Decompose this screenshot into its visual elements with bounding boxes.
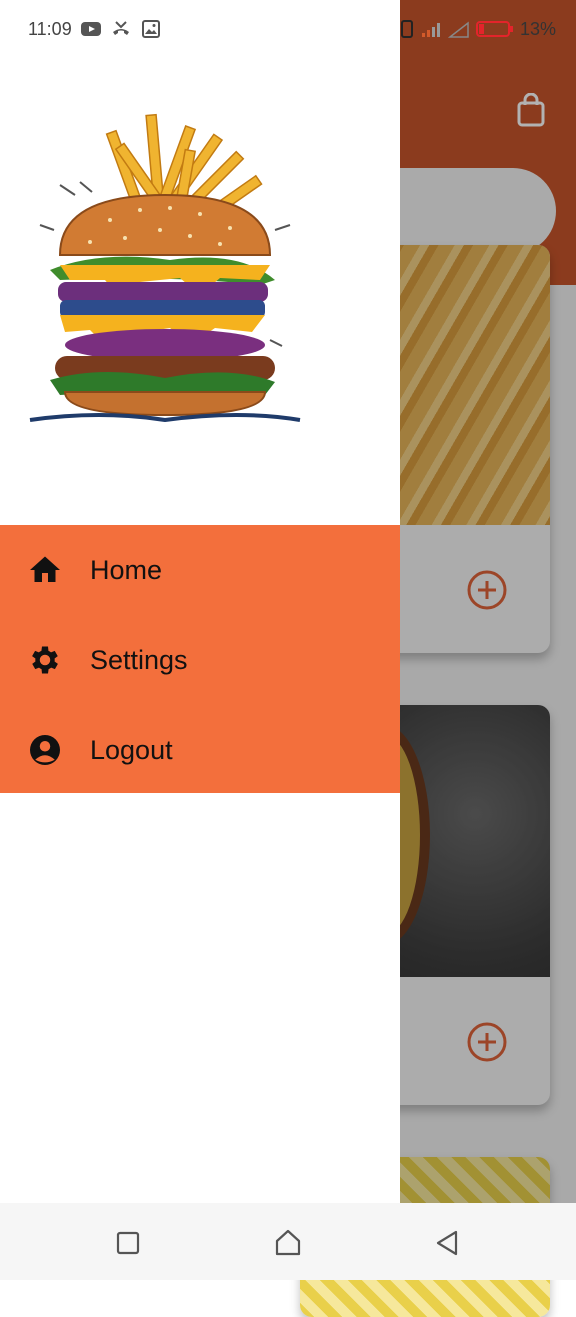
gear-icon: [32, 646, 58, 674]
recents-button[interactable]: [110, 1225, 146, 1261]
vibrate-icon: [400, 20, 413, 38]
youtube-icon: [80, 22, 101, 36]
image-icon: [141, 20, 160, 38]
home-icon: [30, 556, 60, 582]
menu-item-logout[interactable]: Logout: [0, 705, 400, 795]
menu-item-label: Logout: [90, 734, 173, 765]
status-bar-left: 11:09: [28, 18, 162, 40]
signal-empty-icon: [447, 21, 469, 38]
burger-fries-logo: [29, 113, 301, 423]
menu-item-label: Home: [90, 554, 163, 585]
navigation-drawer: Home Settings Logout: [0, 0, 400, 1203]
back-button[interactable]: [430, 1225, 466, 1261]
status-time: 11:09: [28, 18, 72, 39]
account-circle-icon: [30, 735, 60, 765]
menu-item-label: Settings: [90, 644, 188, 675]
status-bar-right: 13%: [400, 18, 556, 40]
drawer-menu: Home Settings Logout: [0, 525, 400, 793]
battery-low-icon: [475, 21, 513, 37]
home-button[interactable]: [270, 1225, 306, 1261]
battery-percentage: 13%: [519, 18, 556, 39]
menu-item-home[interactable]: Home: [0, 525, 400, 615]
signal-icon: [421, 23, 440, 37]
menu-item-settings[interactable]: Settings: [0, 615, 400, 705]
missed-call-icon: [112, 21, 129, 35]
